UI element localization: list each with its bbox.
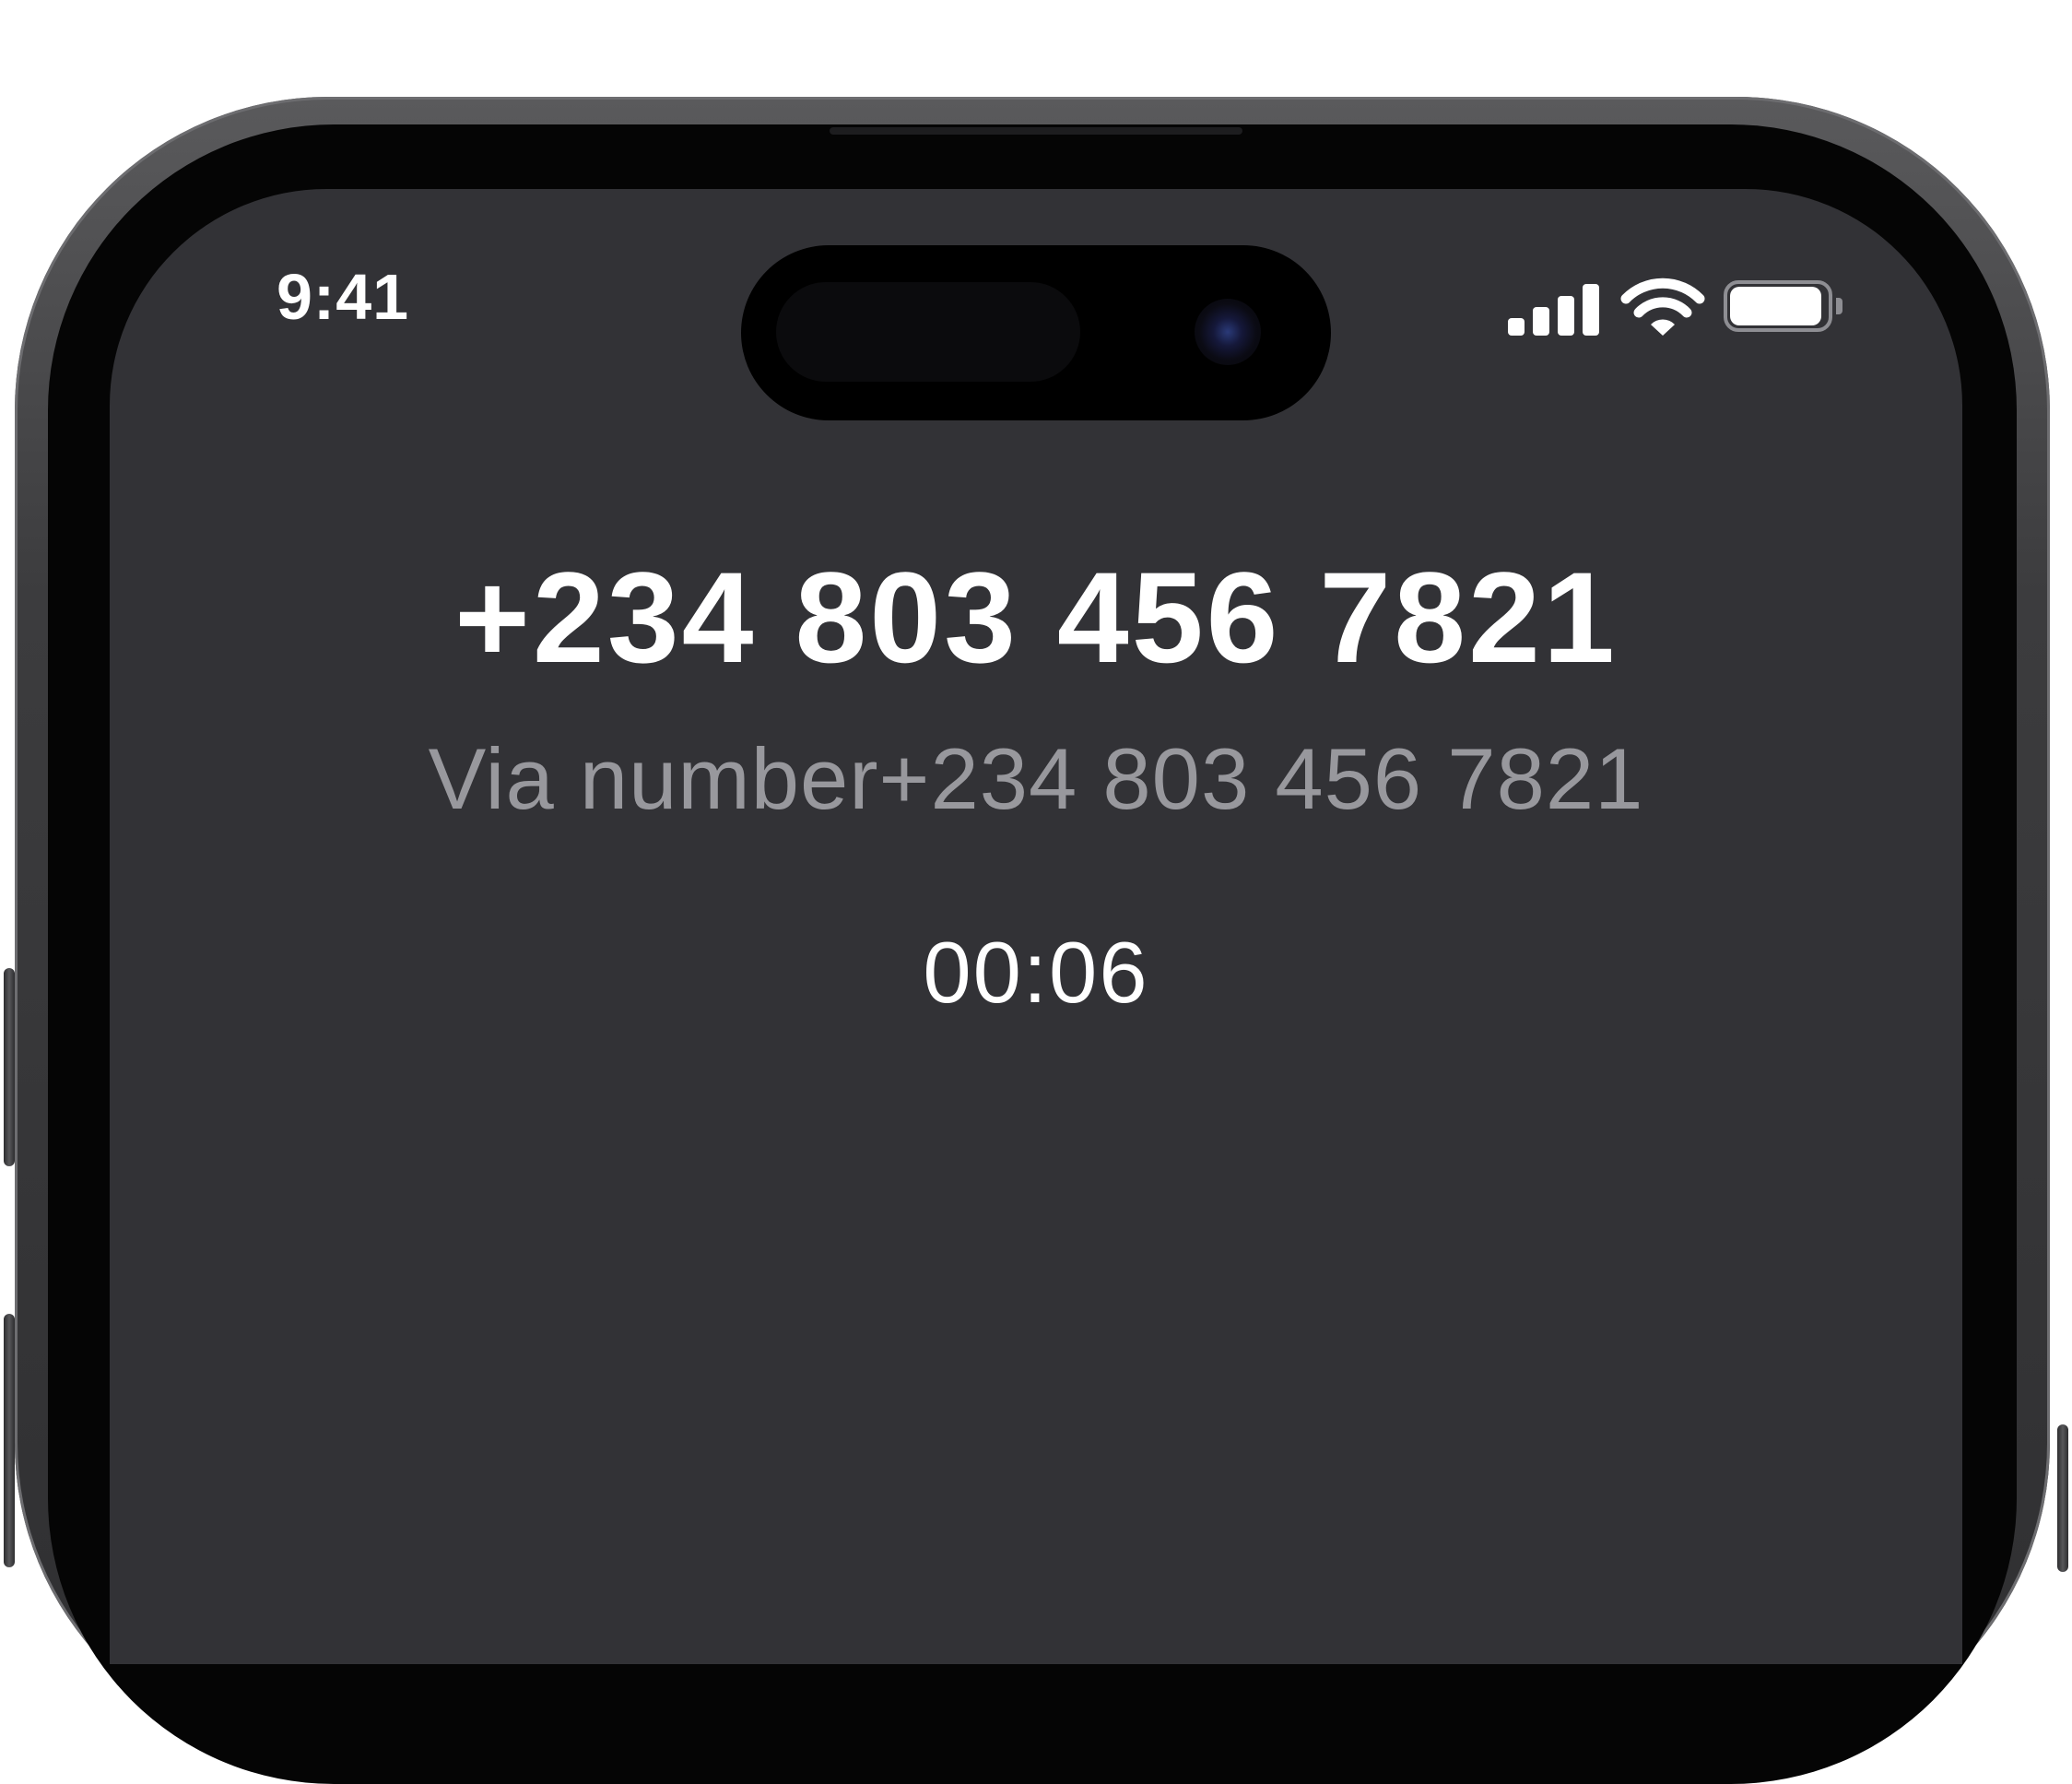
- volume-button: [4, 1314, 15, 1567]
- cellular-signal-icon: [1508, 282, 1600, 336]
- status-time: 9:41: [277, 261, 410, 333]
- wifi-icon: [1620, 278, 1705, 336]
- face-id-sensor: [776, 282, 1080, 382]
- earpiece-speaker: [830, 127, 1242, 135]
- side-button: [2057, 1424, 2068, 1572]
- action-button: [4, 968, 15, 1166]
- call-duration: 00:06: [923, 924, 1149, 1021]
- battery-icon: [1724, 280, 1843, 337]
- call-info: +234 803 456 7821 Via number+234 803 456…: [110, 544, 1962, 1023]
- caller-number: +234 803 456 7821: [454, 545, 1618, 690]
- via-number-label: Via number+234 803 456 7821: [428, 730, 1644, 827]
- front-camera-icon: [1195, 299, 1261, 365]
- dynamic-island: [741, 245, 1331, 420]
